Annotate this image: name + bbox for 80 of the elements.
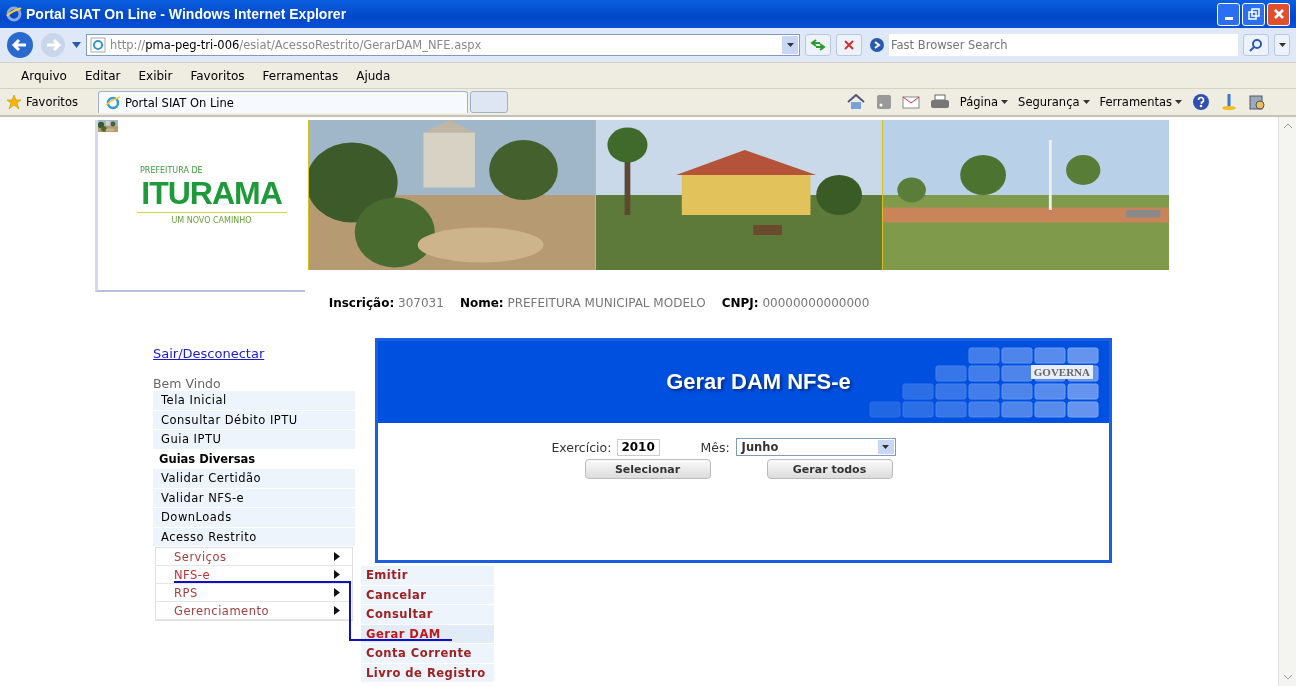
submenu-item[interactable]: NFS-e bbox=[156, 566, 352, 584]
address-field[interactable]: http://pma-peg-tri-006/esiat/AcessoRestrito/GerarDAM_NFE.aspx bbox=[86, 34, 800, 56]
form-button[interactable]: Selecionar bbox=[584, 459, 711, 479]
window-title: Portal SIAT On Line - Windows Internet Explorer bbox=[26, 6, 348, 22]
menu-item[interactable]: Ferramentas bbox=[253, 68, 348, 83]
restore-icon bbox=[1247, 8, 1260, 20]
submenu-item[interactable]: RPS bbox=[156, 584, 352, 602]
field-label: Exercício: bbox=[551, 439, 612, 455]
logout-link[interactable]: Sair/Desconectar bbox=[153, 346, 265, 361]
close-icon bbox=[1272, 8, 1285, 20]
scrollbar[interactable] bbox=[1278, 117, 1296, 686]
menu-item[interactable]: Exibir bbox=[129, 68, 182, 83]
flyout-item[interactable]: Consultar bbox=[361, 605, 494, 625]
menu-item[interactable]: Editar bbox=[75, 68, 130, 83]
caret-icon bbox=[882, 445, 890, 449]
info-field: Nome: PREFEITURA MUNICIPAL MODELO bbox=[459, 296, 706, 310]
restore-button[interactable] bbox=[1242, 2, 1265, 26]
scroll-up-icon bbox=[1283, 123, 1292, 128]
caret-icon bbox=[1082, 100, 1090, 104]
sidebar-item[interactable]: Validar NFS-e bbox=[153, 488, 355, 508]
menu-item[interactable]: Favoritos bbox=[181, 68, 254, 83]
field-label: Mês: bbox=[700, 439, 730, 455]
page-icon bbox=[90, 37, 106, 53]
month-dropdown[interactable]: Junho bbox=[735, 438, 896, 456]
sidebar-item[interactable]: Validar Certidão bbox=[153, 469, 355, 489]
info-field: CNPJ: 00000000000000 bbox=[721, 296, 870, 310]
command-menu[interactable]: Ferramentas bbox=[1099, 95, 1182, 109]
flyout-item[interactable]: Cancelar bbox=[361, 585, 494, 605]
minimize-icon bbox=[1224, 16, 1233, 20]
caret-icon[interactable] bbox=[72, 42, 81, 48]
flyout-item[interactable]: Emitir bbox=[361, 566, 494, 586]
sidebar-item[interactable]: Guia IPTU bbox=[153, 430, 355, 450]
search-engine-icon bbox=[869, 37, 885, 53]
refresh-icon bbox=[810, 39, 826, 51]
year-field[interactable]: 2010 bbox=[617, 438, 661, 456]
logo-subtitle: PREFEITURA DE bbox=[140, 165, 203, 175]
submenu-item[interactable]: Serviços bbox=[156, 548, 352, 566]
search-button[interactable] bbox=[1243, 34, 1269, 56]
home-icon[interactable] bbox=[845, 94, 866, 110]
brand-logo: GOVERNA bbox=[1030, 365, 1093, 379]
caret-icon bbox=[1001, 100, 1009, 104]
star-icon bbox=[6, 94, 22, 110]
flyout-item[interactable]: Livro de Registro bbox=[361, 663, 494, 683]
mail-icon[interactable] bbox=[901, 95, 920, 109]
stop-button[interactable] bbox=[836, 34, 862, 56]
logo-tagline: UM NOVO CAMINHO bbox=[136, 211, 287, 225]
favorites-button[interactable]: Favoritos bbox=[0, 94, 98, 110]
menu-item[interactable]: Ajuda bbox=[347, 68, 400, 83]
scroll-down-icon bbox=[1283, 675, 1292, 680]
search-icon bbox=[1249, 38, 1263, 52]
minimize-button[interactable] bbox=[1217, 2, 1240, 26]
browser-tab[interactable]: Portal SIAT On Line bbox=[97, 91, 468, 113]
panel-title: Gerar DAM NFS-e bbox=[666, 369, 851, 395]
caret-icon bbox=[1175, 100, 1182, 104]
caret-icon bbox=[786, 43, 794, 47]
refresh-button[interactable] bbox=[805, 34, 831, 56]
browser-logo-icon bbox=[6, 6, 22, 22]
printer-icon[interactable] bbox=[929, 94, 950, 110]
sidebar-item[interactable]: DownLoads bbox=[153, 508, 355, 528]
help-icon[interactable] bbox=[1192, 93, 1210, 111]
sidebar-item[interactable]: Tela Inicial bbox=[153, 391, 355, 411]
form-button[interactable]: Gerar todos bbox=[766, 459, 893, 479]
close-icon bbox=[843, 39, 855, 51]
browser-logo-icon bbox=[104, 94, 121, 111]
pin-icon[interactable] bbox=[1220, 93, 1238, 111]
command-menu[interactable]: Página bbox=[959, 95, 1009, 109]
logo-text: ITURAMA bbox=[141, 174, 282, 212]
submenu-item[interactable]: Gerenciamento bbox=[156, 602, 352, 620]
sidebar-item[interactable]: Consultar Débito IPTU bbox=[153, 410, 355, 430]
command-menu[interactable]: Segurança bbox=[1018, 95, 1090, 109]
welcome-text: Bem Vindo bbox=[153, 376, 222, 391]
close-button[interactable] bbox=[1267, 2, 1290, 26]
caret-icon[interactable] bbox=[1274, 34, 1290, 56]
back-button[interactable] bbox=[6, 31, 34, 59]
sidebar-item[interactable]: Acesso Restrito bbox=[153, 527, 355, 547]
menu-item[interactable]: Arquivo bbox=[12, 68, 76, 83]
research-icon[interactable] bbox=[1248, 93, 1266, 111]
flyout-item[interactable]: Conta Corrente bbox=[361, 644, 494, 664]
search-field[interactable]: Fast Browser Search bbox=[889, 34, 1238, 56]
info-field: Inscrição: 307031 bbox=[328, 296, 444, 310]
